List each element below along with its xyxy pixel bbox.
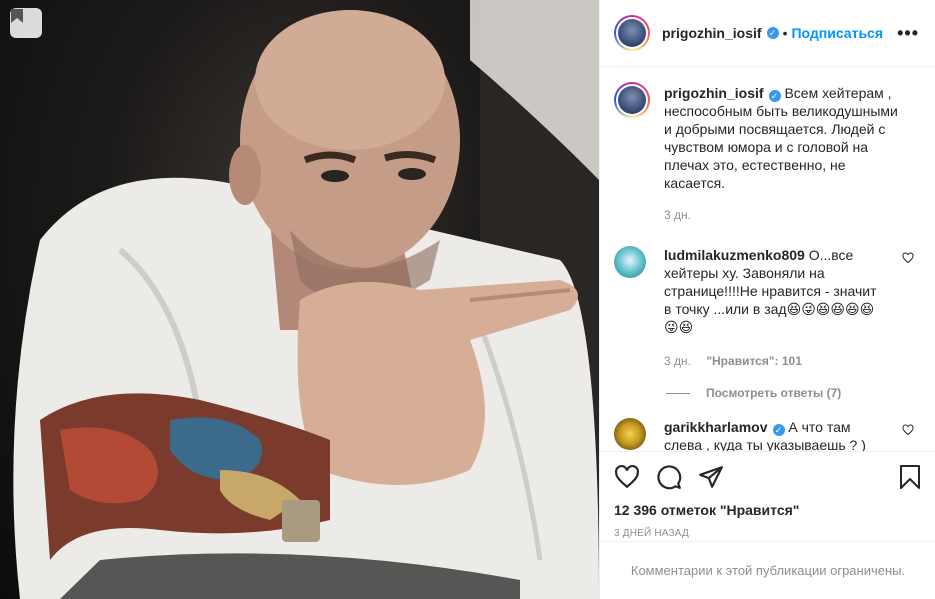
comment-likes[interactable]: "Нравится": 101 <box>706 354 802 368</box>
post-photo[interactable] <box>0 0 599 599</box>
verified-icon: ✓ <box>768 90 781 102</box>
bookmark-icon[interactable] <box>10 8 42 38</box>
verified-icon: ✓ <box>772 424 785 436</box>
post-panel: prigozhin_iosif ✓ • Подписаться ••• prig… <box>599 0 935 599</box>
comment-row: ludmilakuzmenko809 О...все хейтеры ху. З… <box>614 246 920 370</box>
comment-age: 3 дн. <box>664 354 691 368</box>
heart-icon[interactable] <box>902 424 914 436</box>
heart-icon[interactable] <box>902 252 914 264</box>
verified-icon: ✓ <box>766 27 779 39</box>
view-replies-label: Посмотреть ответы (7) <box>706 386 842 400</box>
photo-illustration <box>13 0 599 599</box>
comment-body: ludmilakuzmenko809 О...все хейтеры ху. З… <box>664 246 884 370</box>
post-date: 3 дней назад <box>614 528 689 539</box>
comment-meta: 3 дн. "Нравится": 101 <box>664 352 884 370</box>
caption-avatar[interactable] <box>614 82 650 118</box>
caption-age: 3 дн. <box>664 208 691 222</box>
share-icon[interactable] <box>698 464 724 490</box>
caption-body: prigozhin_iosif ✓ Всем хейтерам , неспосо… <box>664 84 904 224</box>
author-avatar[interactable] <box>614 15 650 51</box>
caption-username[interactable]: prigozhin_iosif <box>664 85 764 101</box>
like-heart-icon[interactable] <box>614 464 640 490</box>
caption-row: prigozhin_iosif ✓ Всем хейтерам , неспосо… <box>614 82 920 224</box>
post-actions: 12 396 отметок "Нравится" 3 дней назад <box>600 451 935 539</box>
header-separator: • <box>782 25 788 41</box>
commenter-avatar[interactable] <box>614 246 646 278</box>
comments-restricted-notice: Комментарии к этой публикации ограничены… <box>600 541 935 599</box>
comments-list[interactable]: prigozhin_iosif ✓ Всем хейтерам , неспосо… <box>600 68 935 451</box>
comment-username[interactable]: garikkharlamov <box>664 419 768 435</box>
comment-body: garikkharlamov ✓ А что там слева , куда т… <box>664 418 884 451</box>
replies-line <box>666 392 690 394</box>
comment-icon[interactable] <box>656 464 682 490</box>
post-header: prigozhin_iosif ✓ • Подписаться ••• <box>600 0 935 67</box>
author-username[interactable]: prigozhin_iosif <box>662 25 762 41</box>
action-icons <box>614 462 922 492</box>
more-icon[interactable]: ••• <box>897 23 919 44</box>
commenter-avatar[interactable] <box>614 418 646 450</box>
follow-button[interactable]: Подписаться <box>791 25 883 41</box>
save-icon[interactable] <box>898 464 922 490</box>
comment-row: garikkharlamov ✓ А что там слева , куда т… <box>614 418 920 451</box>
comment-username[interactable]: ludmilakuzmenko809 <box>664 247 805 263</box>
view-replies-button[interactable]: Посмотреть ответы (7) <box>666 386 920 400</box>
likes-count[interactable]: 12 396 отметок "Нравится" <box>614 502 922 518</box>
